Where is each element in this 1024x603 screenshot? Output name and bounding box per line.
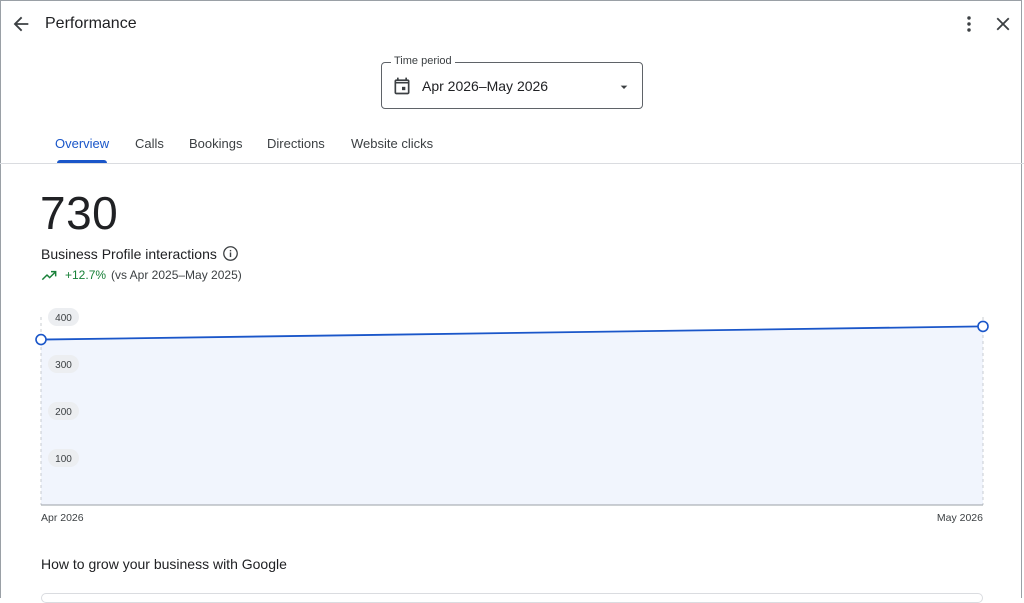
dropdown-arrow-icon [620, 85, 628, 89]
page-title: Performance [45, 15, 137, 32]
chart-area-fill [41, 326, 983, 505]
time-period-label: Time period [391, 55, 455, 67]
time-period-select[interactable]: Time period Apr 2026–May 2026 [381, 55, 643, 109]
y-tick-label: 400 [55, 313, 72, 324]
tips-card [41, 593, 983, 603]
trend-percent: +12.7% [65, 268, 107, 282]
more-vert-icon[interactable] [958, 13, 980, 35]
metric-label: Business Profile interactions [41, 246, 217, 262]
y-tick-label: 300 [55, 360, 72, 371]
tab-bookings[interactable]: Bookings [189, 136, 242, 151]
close-icon[interactable] [992, 13, 1014, 35]
x-tick-label: May 2026 [937, 512, 983, 524]
tab-website-clicks[interactable]: Website clicks [351, 136, 433, 151]
interactions-chart: 400 300 200 100 Apr 2026 May 2026 [35, 308, 989, 524]
info-icon[interactable] [222, 245, 239, 262]
data-point [35, 333, 47, 346]
trending-up-icon [41, 270, 57, 281]
x-tick-label: Apr 2026 [41, 512, 84, 524]
total-interactions: 730 [40, 187, 119, 239]
section-title: How to grow your business with Google [41, 556, 287, 572]
tab-calls[interactable]: Calls [135, 136, 164, 151]
calendar-icon [394, 77, 410, 95]
y-tick-label: 200 [55, 407, 72, 418]
time-period-value: Apr 2026–May 2026 [422, 78, 549, 94]
active-tab-indicator [57, 160, 107, 163]
data-point [977, 320, 989, 333]
trend-comparison: (vs Apr 2025–May 2025) [111, 268, 242, 282]
dialog-header: Performance [0, 0, 1024, 50]
tab-directions[interactable]: Directions [267, 136, 325, 151]
tab-bar: Overview Calls Bookings Directions Websi… [0, 120, 1024, 164]
arrow-back-icon[interactable] [10, 13, 32, 35]
y-tick-label: 100 [55, 454, 72, 465]
tab-overview[interactable]: Overview [55, 136, 109, 151]
